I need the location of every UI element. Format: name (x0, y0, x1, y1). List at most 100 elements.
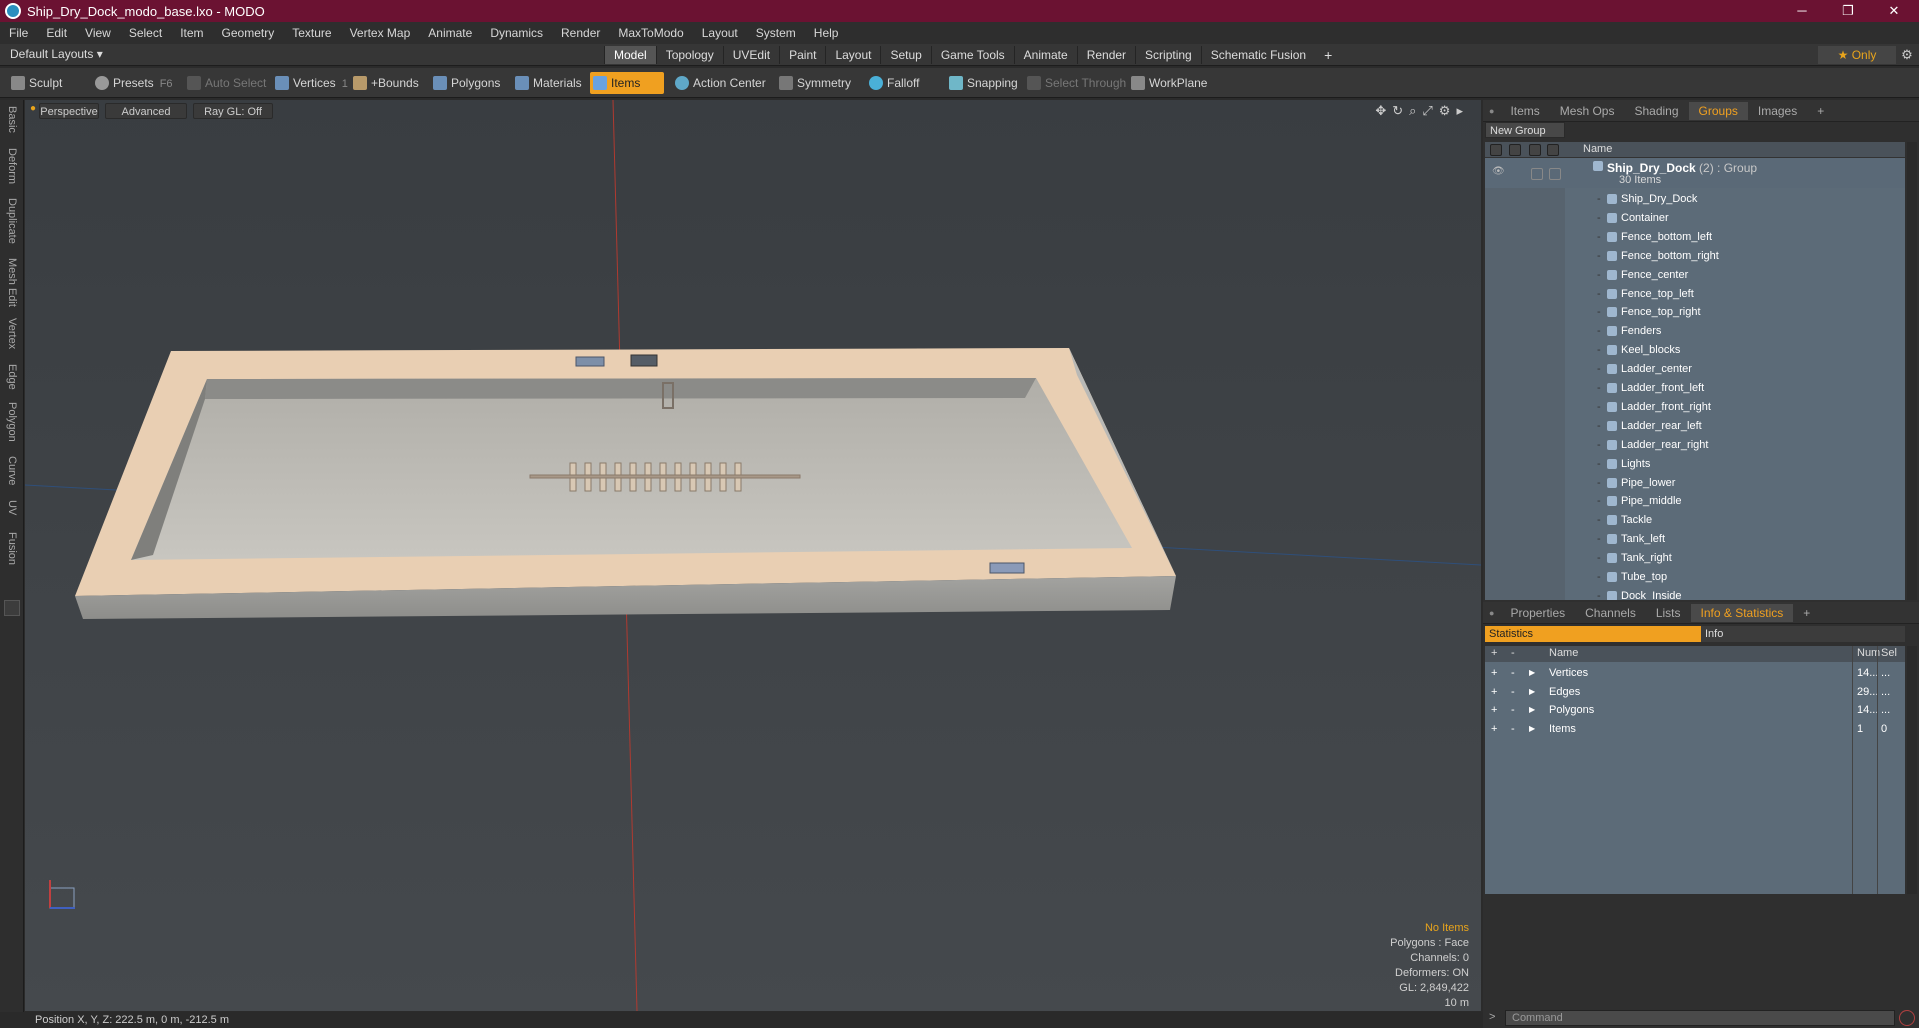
presets-button[interactable]: Presets F6 (92, 72, 173, 94)
add-tab-button[interactable]: + (1315, 46, 1341, 64)
raygl-button[interactable]: Ray GL: Off (193, 103, 273, 119)
action-center-button[interactable]: Action Center (672, 72, 772, 94)
workplane-button[interactable]: WorkPlane (1128, 72, 1208, 94)
name-column-header[interactable]: Name (1583, 143, 1612, 155)
menu-file[interactable]: File (0, 26, 37, 40)
polygons-button[interactable]: Polygons (430, 72, 502, 94)
expand-row-icon[interactable]: + (1491, 683, 1497, 701)
group-visibility-icon[interactable]: 👁 (1492, 166, 1505, 177)
tab-lists[interactable]: Lists (1646, 604, 1691, 622)
menu-view[interactable]: View (76, 26, 120, 40)
tab-polygon[interactable]: Polygon (3, 402, 21, 442)
tab-fusion[interactable]: Fusion (3, 532, 21, 565)
panel-menu-dot-icon[interactable]: ● (1483, 102, 1500, 120)
materials-button[interactable]: Materials (512, 72, 586, 94)
collapse-row-icon[interactable]: - (1511, 720, 1515, 738)
group-item-row[interactable]: - Ladder_rear_left (1485, 417, 1905, 435)
statistics-tab[interactable]: Statistics (1485, 626, 1701, 642)
tab-paint[interactable]: Paint (779, 46, 825, 64)
snapping-button[interactable]: Snapping (946, 72, 1024, 94)
lock-icon[interactable] (1529, 144, 1541, 156)
tab-uv[interactable]: UV (3, 500, 21, 515)
tab-curve[interactable]: Curve (3, 456, 21, 485)
gear-icon[interactable]: ⚙ (1896, 46, 1918, 64)
collapse-row-icon[interactable]: - (1511, 683, 1515, 701)
menu-animate[interactable]: Animate (419, 26, 481, 40)
tab-duplicate[interactable]: Duplicate (3, 198, 21, 244)
group-item-row[interactable]: - Dock_Inside (1485, 587, 1905, 600)
menu-dynamics[interactable]: Dynamics (481, 26, 552, 40)
expand-row-icon[interactable]: + (1491, 720, 1497, 738)
tab-groups[interactable]: Groups (1688, 101, 1748, 120)
group-item-row[interactable]: - Tackle (1485, 511, 1905, 529)
record-icon[interactable] (1899, 1010, 1915, 1026)
statistics-row[interactable]: + - ▶ Vertices 14...... (1485, 664, 1905, 682)
group-item-row[interactable]: - Ladder_front_right (1485, 398, 1905, 416)
group-select-checkbox[interactable] (1549, 168, 1561, 180)
select-icon[interactable] (1547, 144, 1559, 156)
info-menu-dot-icon[interactable]: ● (1483, 604, 1500, 622)
group-item-row[interactable]: - Ship_Dry_Dock (1485, 190, 1905, 208)
tab-mesh-ops[interactable]: Mesh Ops (1550, 102, 1625, 120)
group-item-row[interactable]: - Pipe_middle (1485, 492, 1905, 510)
default-layouts-dropdown[interactable]: Default Layouts ▾ (10, 47, 103, 61)
collapse-row-icon[interactable]: - (1511, 701, 1515, 719)
eye-icon[interactable] (1490, 144, 1502, 156)
collapse-all-icon[interactable]: - (1511, 647, 1515, 659)
falloff-button[interactable]: Falloff (866, 72, 938, 94)
tab-scripting[interactable]: Scripting (1135, 46, 1201, 64)
auto-select-button[interactable]: Auto Select (184, 72, 268, 94)
group-item-row[interactable]: - Lights (1485, 455, 1905, 473)
menu-layout[interactable]: Layout (693, 26, 747, 40)
bounds-button[interactable]: +Bounds (350, 72, 424, 94)
3d-viewport[interactable]: ● Perspective Advanced Ray GL: Off ✥↻⌕⤢⚙… (25, 100, 1481, 1011)
disclosure-triangle-icon[interactable]: ▶ (1529, 701, 1535, 719)
group-item-row[interactable]: - Fenders (1485, 322, 1905, 340)
tab-channels[interactable]: Channels (1575, 604, 1646, 622)
group-item-row[interactable]: - Container (1485, 209, 1905, 227)
group-item-row[interactable]: - Tank_left (1485, 530, 1905, 548)
group-item-row[interactable]: - Tube_top (1485, 568, 1905, 586)
sculpt-button[interactable]: Sculpt (8, 72, 88, 94)
minimize-button[interactable]: ─ (1780, 0, 1824, 22)
group-lock-checkbox[interactable] (1531, 168, 1543, 180)
menu-maxtomodo[interactable]: MaxToModo (609, 26, 692, 40)
symmetry-button[interactable]: Symmetry (776, 72, 856, 94)
group-item-row[interactable]: - Fence_top_right (1485, 303, 1905, 321)
disclosure-triangle-icon[interactable]: ▶ (1529, 664, 1535, 682)
tab-schematic-fusion[interactable]: Schematic Fusion (1200, 46, 1315, 64)
render-icon[interactable] (1509, 144, 1521, 156)
add-panel-tab-button[interactable]: + (1807, 102, 1834, 120)
group-item-row[interactable]: - Pipe_lower (1485, 474, 1905, 492)
tab-animate[interactable]: Animate (1013, 46, 1077, 64)
tab-shading[interactable]: Shading (1624, 102, 1688, 120)
menu-edit[interactable]: Edit (37, 26, 76, 40)
vertices-button[interactable]: Vertices 1 (272, 72, 348, 94)
group-item-row[interactable]: - Fence_top_left (1485, 285, 1905, 303)
add-info-tab-button[interactable]: + (1793, 604, 1820, 622)
tab-images[interactable]: Images (1748, 102, 1807, 120)
statistics-row[interactable]: + - ▶ Polygons 14...... (1485, 701, 1905, 719)
disclosure-triangle-icon[interactable]: ▶ (1529, 683, 1535, 701)
menu-system[interactable]: System (747, 26, 805, 40)
new-group-button[interactable]: New Group (1485, 122, 1565, 138)
menu-geometry[interactable]: Geometry (213, 26, 284, 40)
strip-toggle-button[interactable] (4, 600, 20, 616)
only-toggle[interactable]: ★ Only (1818, 46, 1896, 64)
tab-setup[interactable]: Setup (880, 46, 930, 64)
maximize-button[interactable]: ❐ (1826, 0, 1870, 22)
tab-properties[interactable]: Properties (1500, 604, 1575, 622)
tab-topology[interactable]: Topology (655, 46, 723, 64)
group-item-row[interactable]: - Fence_bottom_right (1485, 247, 1905, 265)
expand-row-icon[interactable]: + (1491, 664, 1497, 682)
tab-game-tools[interactable]: Game Tools (930, 46, 1014, 64)
menu-help[interactable]: Help (805, 26, 848, 40)
group-row[interactable]: 👁 Ship_Dry_Dock (2) : Group 30 Items (1485, 158, 1905, 188)
group-item-row[interactable]: - Tank_right (1485, 549, 1905, 567)
expand-row-icon[interactable]: + (1491, 701, 1497, 719)
collapse-row-icon[interactable]: - (1511, 664, 1515, 682)
tab-edge[interactable]: Edge (3, 364, 21, 390)
group-item-row[interactable]: - Fence_center (1485, 266, 1905, 284)
tab-uvedit[interactable]: UVEdit (722, 46, 779, 64)
command-input[interactable]: Command (1505, 1010, 1895, 1026)
